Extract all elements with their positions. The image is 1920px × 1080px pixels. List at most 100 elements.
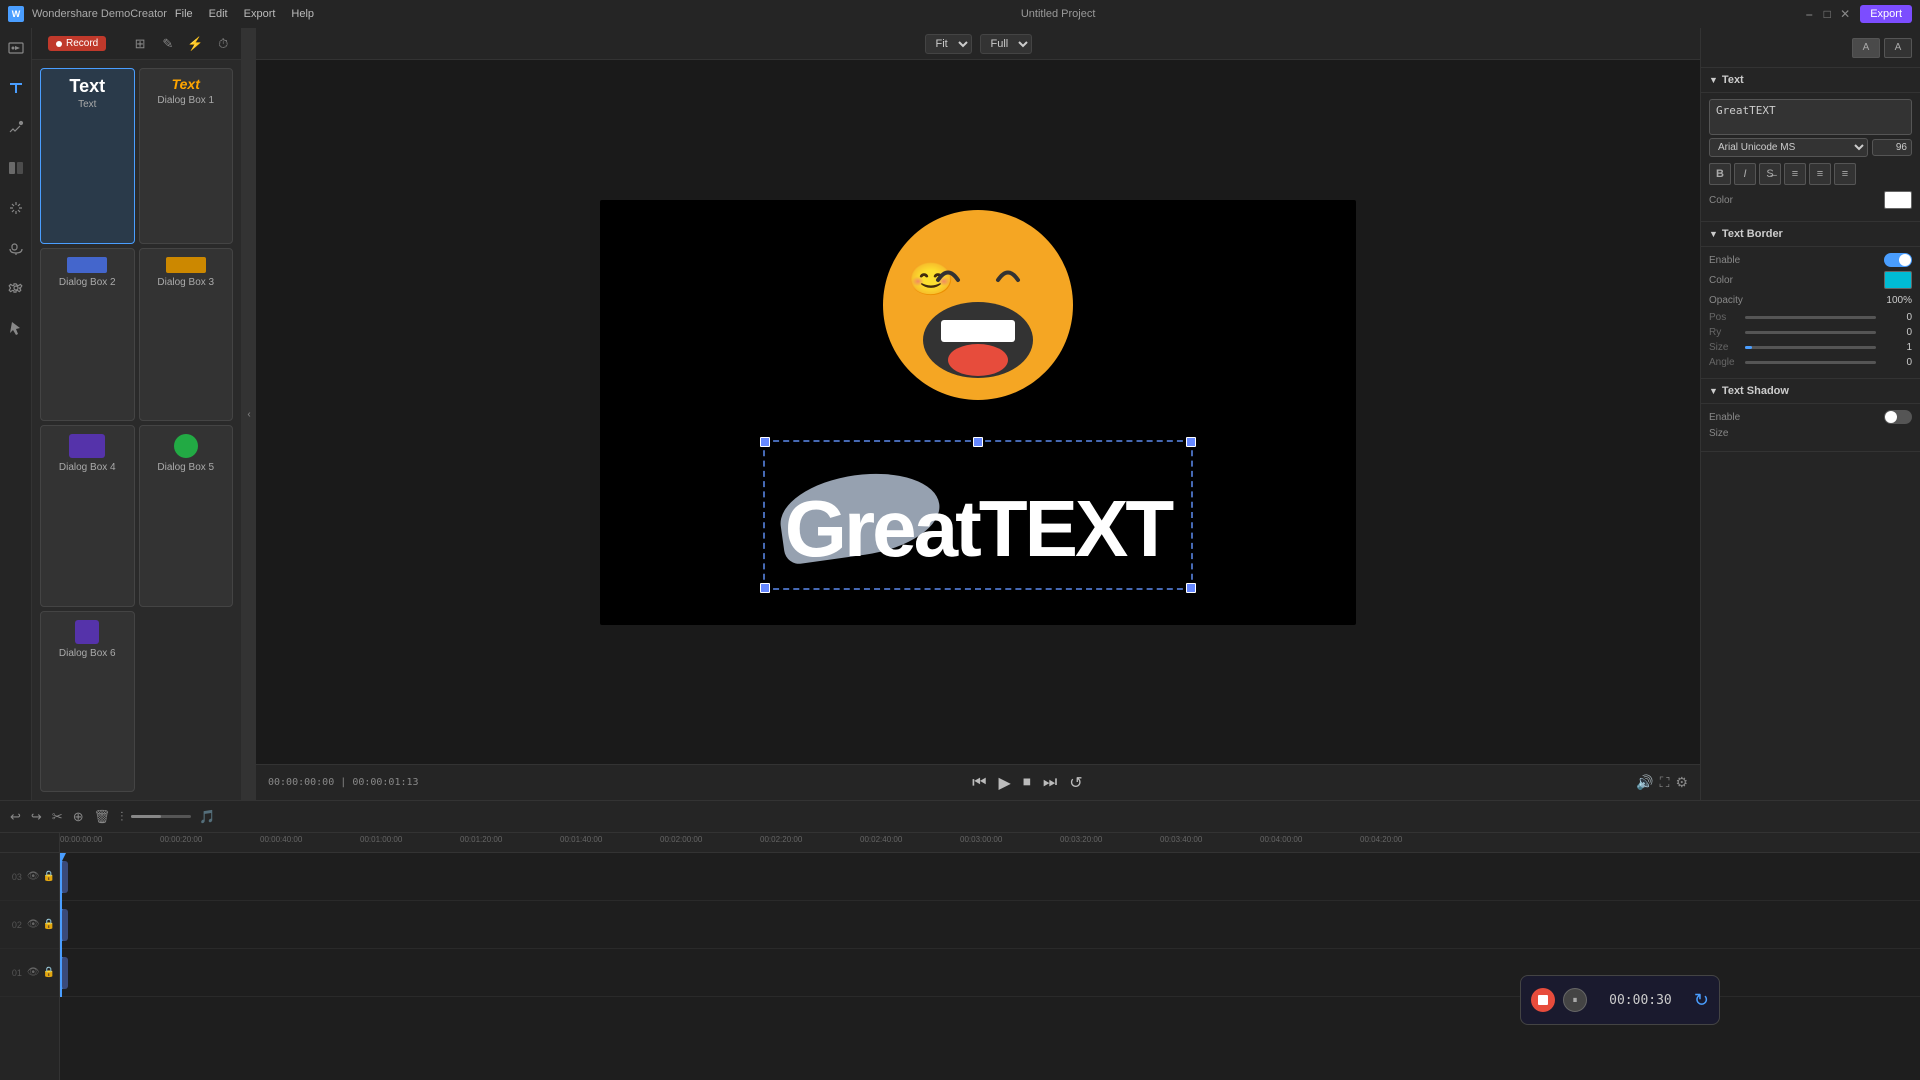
align-right-button[interactable]: ≡ [1834,163,1856,185]
handle-bl[interactable] [760,583,770,593]
sidebar-icon-media[interactable] [4,36,28,60]
text-color-swatch[interactable] [1884,191,1912,209]
recording-pause-button[interactable]: ⏸ [1563,988,1587,1012]
text-preview-dialog6 [75,620,99,644]
sidebar-icon-annotations[interactable] [4,116,28,140]
sidebar-icon-settings[interactable] [4,276,28,300]
canvas-main-text[interactable]: GreatTEXT [785,483,1171,575]
split-button[interactable]: ⫶ [118,807,125,827]
text-input[interactable]: GreatTEXT [1709,99,1912,135]
undo-button[interactable]: ↩ [8,807,23,827]
copy-button[interactable]: ⊕ [71,807,86,827]
angle-slider-track[interactable] [1745,361,1876,364]
text-section-chevron: ▼ [1709,75,1718,85]
panel-collapse-button[interactable]: ‹ [242,28,256,800]
font-size-input[interactable]: 96 [1872,139,1912,156]
loop-button[interactable]: ↺ [1067,771,1084,795]
handle-br[interactable] [1186,583,1196,593]
recording-time: 00:00:30 [1595,993,1686,1008]
play-button[interactable]: ▶ [997,771,1013,795]
volume-icon[interactable]: 🔊 [1636,774,1653,791]
canvas-inner: 😊 [600,200,1356,625]
border-enable-toggle[interactable] [1884,253,1912,267]
align-left-button[interactable]: ≡ [1784,163,1806,185]
sidebar-icon-tools[interactable] [4,316,28,340]
record-button[interactable]: Record [48,36,106,51]
text-item-dialog3[interactable]: Dialog Box 3 [139,248,234,422]
menu-edit[interactable]: Edit [209,8,228,20]
track-row-03[interactable] [60,853,1920,901]
prev-frame-button[interactable]: ⏮ [970,772,988,794]
recording-refresh-icon[interactable]: ↻ [1694,990,1709,1011]
zoom-track[interactable] [131,815,191,818]
menu-export[interactable]: Export [244,8,276,20]
panel-tool-2[interactable]: ✎ [158,34,178,54]
timeline-tracks-scroll[interactable]: 00:00:00:00 00:00:20:00 00:00:40:00 00:0… [60,833,1920,1080]
recording-stop-button[interactable] [1531,988,1555,1012]
track-eye-icon-03[interactable]: 👁 [27,871,40,882]
italic-button[interactable]: I [1734,163,1756,185]
track-eye-icon-02[interactable]: 👁 [27,919,40,930]
angle-slider-val: 0 [1882,357,1912,368]
text-section-header[interactable]: ▼ Text [1701,68,1920,93]
border-color-swatch[interactable] [1884,271,1912,289]
border-enable-row: Enable [1709,253,1912,267]
handle-tc[interactable] [973,437,983,447]
fit-select[interactable]: Fit [925,34,972,54]
panel-top-btn-1[interactable]: A [1852,38,1880,58]
bold-button[interactable]: B [1709,163,1731,185]
menu-help[interactable]: Help [291,8,314,20]
text-item-dialog6[interactable]: Dialog Box 6 [40,611,135,793]
settings-icon[interactable]: ⚙ [1675,774,1688,791]
border-ry-row: Ry 0 [1709,327,1912,338]
handle-tl[interactable] [760,437,770,447]
sidebar-icon-text[interactable] [4,76,28,100]
text-item-dialog5[interactable]: Dialog Box 5 [139,425,234,607]
close-icon[interactable]: ✕ [1838,7,1852,21]
align-center-button[interactable]: ≡ [1809,163,1831,185]
strike-button[interactable]: S̶ [1759,163,1781,185]
timeline-toolbar: ↩ ↪ ✂ ⊕ 🗑 ⫶ 🎵 [0,801,1920,833]
sidebar-icon-audio[interactable] [4,236,28,260]
delete-button[interactable]: 🗑 [92,807,113,827]
text-item-text[interactable]: Text Text [40,68,135,244]
ry-slider-track[interactable] [1745,331,1876,334]
pos-slider-track[interactable] [1745,316,1876,319]
text-border-section-header[interactable]: ▼ Text Border [1701,222,1920,247]
text-item-dialog1[interactable]: Text Dialog Box 1 [139,68,234,244]
quality-select[interactable]: Full [980,34,1032,54]
panel-tool-4[interactable]: ⏱ [213,34,233,54]
shadow-enable-toggle[interactable] [1884,410,1912,424]
time-current: 00:00:00:00 [268,777,334,788]
sidebar-icon-effects[interactable] [4,196,28,220]
panel-tool-1[interactable]: ⊞ [130,34,150,54]
track-num-03: 03 [12,872,22,882]
minimize-icon[interactable]: ⎯ [1802,7,1816,21]
text-shadow-section-header[interactable]: ▼ Text Shadow [1701,379,1920,404]
timeline-playhead[interactable] [60,853,62,997]
stop-button[interactable]: ⏹ [1021,772,1033,794]
redo-button[interactable]: ↪ [29,807,44,827]
main-layout: Record ⊞ ✎ ⚡ ⏱ Text Text Text Dialog Box… [0,28,1920,800]
handle-tr[interactable] [1186,437,1196,447]
text-item-dialog2[interactable]: Dialog Box 2 [40,248,135,422]
maximize-icon[interactable]: □ [1820,7,1834,21]
cut-button[interactable]: ✂ [50,807,65,827]
fullscreen-icon[interactable]: ⛶ [1660,774,1670,791]
track-row-02[interactable] [60,901,1920,949]
next-frame-button[interactable]: ⏭ [1041,772,1059,794]
export-button[interactable]: Export [1860,5,1912,23]
sidebar-icon-transitions[interactable] [4,156,28,180]
track-lock-icon-01[interactable]: 🔒 [43,967,55,978]
panel-top-btn-2[interactable]: A [1884,38,1912,58]
panel-tool-3[interactable]: ⚡ [186,34,206,54]
size-slider-track[interactable] [1745,346,1876,349]
track-lock-icon-03[interactable]: 🔒 [43,871,55,882]
audio-button[interactable]: 🎵 [197,807,217,827]
font-family-select[interactable]: Arial Unicode MS [1709,138,1868,157]
menu-file[interactable]: File [175,8,193,20]
track-eye-icon-01[interactable]: 👁 [27,967,40,978]
text-item-dialog4[interactable]: Dialog Box 4 [40,425,135,607]
track-lock-icon-02[interactable]: 🔒 [43,919,55,930]
record-label: Record [66,38,98,49]
